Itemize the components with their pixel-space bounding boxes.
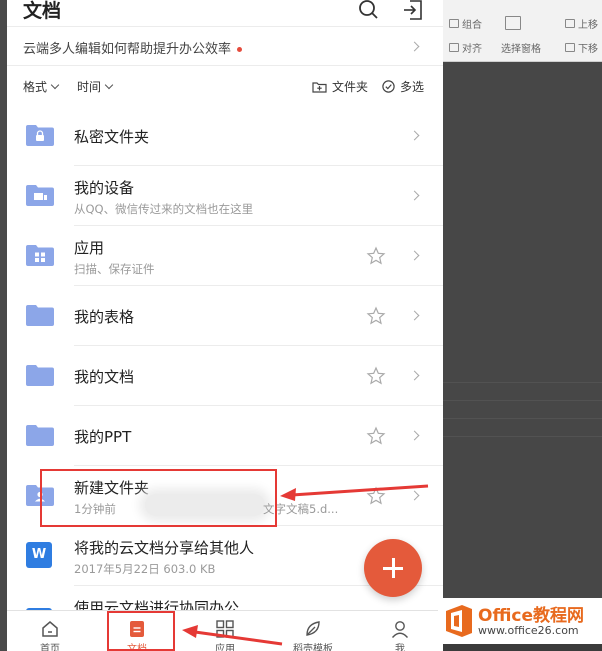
watermark-url: www.office26.com: [478, 624, 579, 637]
annotation-arrows: [182, 484, 429, 646]
watermark: Office教程网 www.office26.com: [438, 598, 602, 644]
watermark-title: Office教程网: [478, 606, 585, 626]
office-logo-icon: [446, 605, 472, 637]
